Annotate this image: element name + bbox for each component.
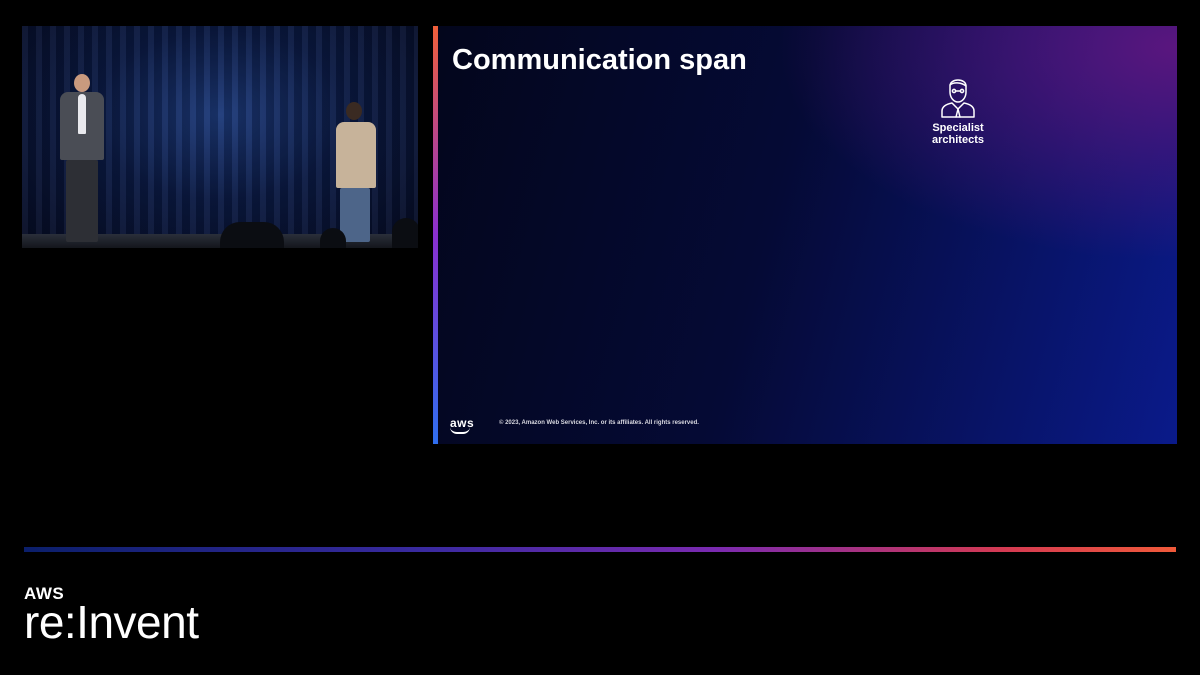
aws-logo: aws	[450, 416, 474, 434]
presentation-slide: Communication span Specialist architects…	[438, 26, 1177, 444]
copyright-notice: © 2023, Amazon Web Services, Inc. or its…	[499, 420, 699, 426]
persona-specialist-architects: Specialist architects	[906, 74, 1010, 146]
brand-gradient-bar	[24, 547, 1176, 552]
slide-title: Communication span	[452, 44, 747, 76]
specialist-architect-icon	[941, 79, 975, 118]
reinvent-logo: AWS re:Invent	[24, 585, 199, 648]
persona-label: Specialist architects	[932, 122, 984, 146]
reinvent-logo-event: re:Invent	[24, 596, 199, 648]
audience-silhouette	[392, 218, 418, 248]
audience-silhouette	[320, 228, 346, 248]
speaker-video-feed	[22, 26, 418, 248]
aws-logo-text: aws	[450, 416, 475, 430]
audience-silhouette	[220, 222, 284, 248]
